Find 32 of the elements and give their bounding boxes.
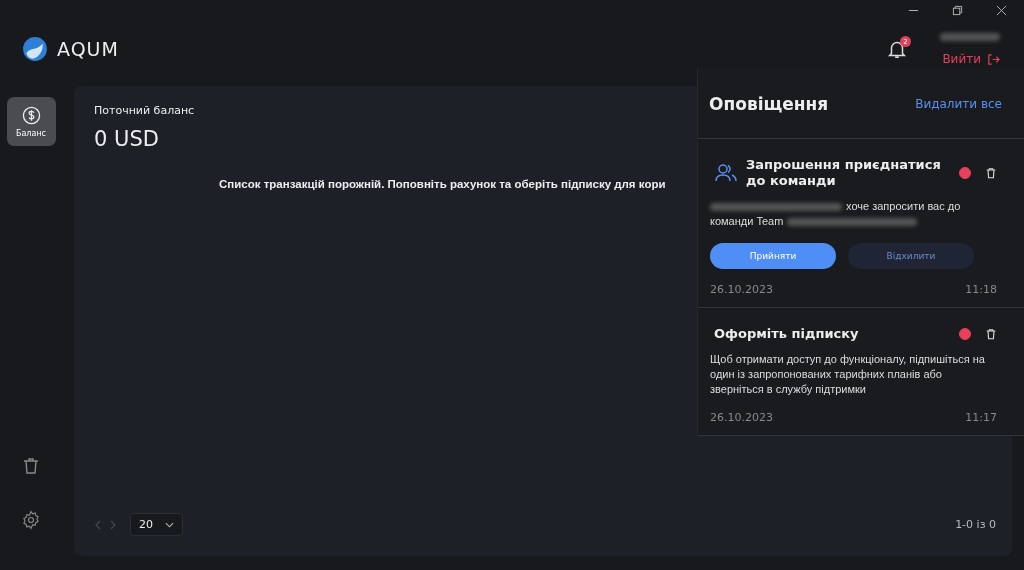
- logo-icon: [22, 36, 48, 62]
- page-size-select[interactable]: 20: [130, 513, 183, 536]
- panel-title: Оповіщення: [709, 94, 829, 114]
- notification-title: Запрошення приєднатися до команди: [746, 157, 942, 189]
- sidebar-item[interactable]: Баланс: [6, 97, 56, 146]
- restore-icon[interactable]: [952, 4, 963, 16]
- logout-icon: [987, 52, 1000, 66]
- team-text: команди Team: [710, 214, 784, 229]
- redacted-username: [940, 33, 1000, 41]
- notification-title: Оформіть підписку: [714, 326, 860, 342]
- dollar-icon: [21, 105, 41, 125]
- balance-value: 0 USD: [94, 127, 159, 151]
- balance-label: Поточний баланс: [94, 104, 195, 117]
- delete-icon[interactable]: [985, 328, 997, 340]
- empty-message: Список транзакцій порожній. Поповніть рахунок та оберіть підписку для кори: [219, 178, 666, 190]
- delete-icon[interactable]: [985, 167, 997, 179]
- logout-button[interactable]: Вийти: [942, 52, 1000, 66]
- notification-time: 11:18: [965, 283, 997, 296]
- accept-button[interactable]: Прийняти: [710, 243, 836, 269]
- decline-button[interactable]: Відхилити: [848, 243, 974, 269]
- app-name: AQUM: [57, 38, 119, 60]
- close-icon[interactable]: [996, 4, 1007, 16]
- page-range: 1-0 із 0: [955, 518, 996, 531]
- invite-text: хоче запросити вас до: [846, 199, 961, 214]
- caret-icon: [165, 521, 174, 528]
- notification-date: 26.10.2023: [710, 283, 773, 296]
- settings-icon[interactable]: [21, 510, 41, 530]
- notification-time: 11:17: [965, 411, 997, 424]
- delete-all-link[interactable]: Видалити все: [915, 97, 1002, 111]
- notification-date: 26.10.2023: [710, 411, 773, 424]
- notification-text: Щоб отримати доступ до функціоналу, підпишіться на один із запропонованих тарифних планів або зверніться в службу підтримки: [710, 353, 985, 395]
- trash-icon[interactable]: [21, 456, 41, 476]
